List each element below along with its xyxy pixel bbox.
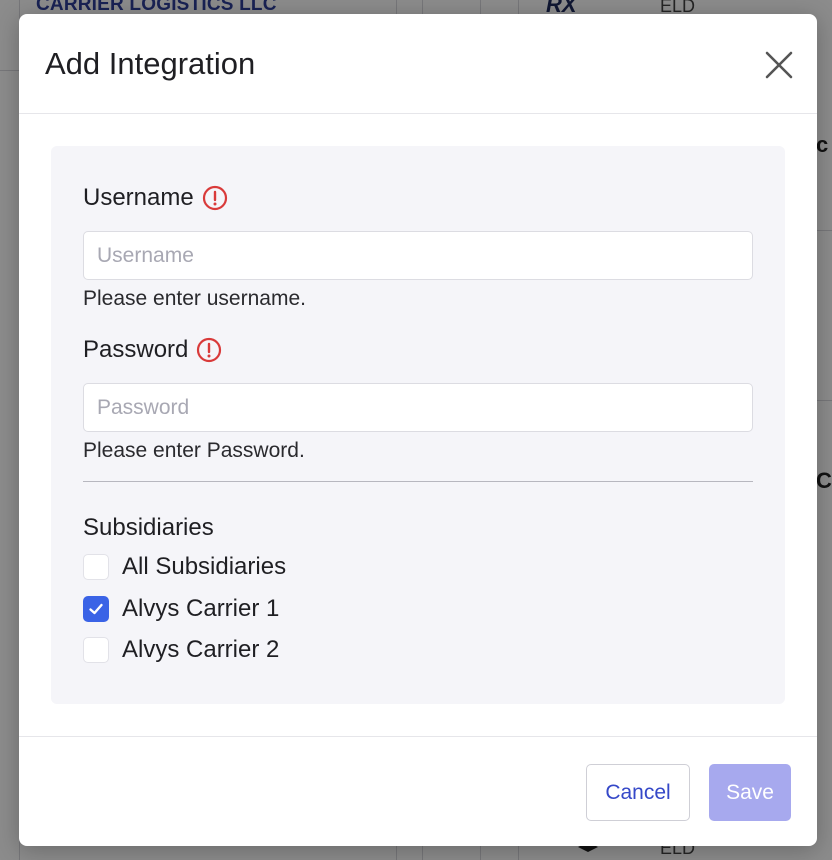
subsidiaries-title: Subsidiaries [83, 514, 214, 541]
password-label: Password [83, 336, 189, 363]
username-label: Username [83, 184, 194, 211]
modal-footer: Cancel Save [19, 736, 817, 846]
close-button[interactable] [761, 47, 797, 83]
checkbox-alvys-carrier-1[interactable]: Alvys Carrier 1 [83, 595, 279, 623]
password-helper-text: Please enter Password. [83, 439, 305, 462]
checkbox-label: Alvys Carrier 1 [122, 595, 280, 622]
checkbox-label: Alvys Carrier 2 [122, 636, 280, 663]
checkbox[interactable] [83, 637, 109, 663]
username-input[interactable] [83, 231, 753, 280]
section-divider [83, 481, 753, 482]
save-button[interactable]: Save [709, 764, 791, 821]
warning-circle-icon [202, 185, 227, 211]
checkbox-label: All Subsidiaries [122, 553, 287, 580]
close-icon [765, 51, 793, 79]
username-label-row: Username [83, 184, 228, 212]
checkmark-icon [89, 603, 103, 615]
integration-form: Username Please enter username. Password… [51, 146, 785, 704]
warning-circle-icon [197, 337, 222, 363]
add-integration-modal: Add Integration Username Please enter us… [19, 14, 817, 846]
modal-title: Add Integration [45, 46, 256, 81]
password-label-row: Password [83, 336, 222, 364]
checkbox-all-subsidiaries[interactable]: All Subsidiaries [83, 553, 286, 581]
username-helper-text: Please enter username. [83, 287, 306, 310]
password-input[interactable] [83, 383, 753, 432]
checkbox-checked[interactable] [83, 596, 109, 622]
modal-header: Add Integration [19, 14, 817, 114]
checkbox-alvys-carrier-2[interactable]: Alvys Carrier 2 [83, 636, 279, 664]
checkbox[interactable] [83, 554, 109, 580]
cancel-button[interactable]: Cancel [586, 764, 690, 821]
